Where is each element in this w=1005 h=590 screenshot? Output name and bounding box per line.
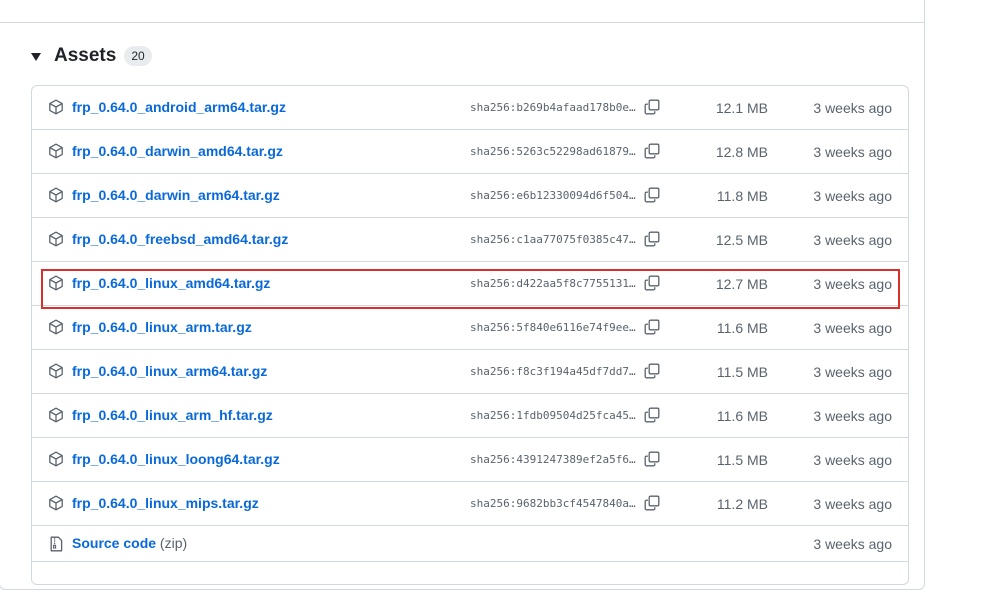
asset-row: frp_0.64.0_linux_amd64.tar.gz sha256:d42… <box>32 262 908 306</box>
asset-link[interactable]: frp_0.64.0_linux_arm_hf.tar.gz <box>72 407 273 423</box>
asset-link[interactable]: frp_0.64.0_android_arm64.tar.gz <box>72 99 286 115</box>
triangle-down-icon[interactable] <box>31 53 41 61</box>
asset-size: 12.5 MB <box>715 232 768 248</box>
asset-sha: sha256:f8c3f194a45df7dd7… <box>470 365 636 378</box>
asset-date: 3 weeks ago <box>813 188 892 204</box>
package-icon <box>49 363 63 379</box>
asset-size: 11.2 MB <box>716 496 768 512</box>
asset-row: frp_0.64.0_linux_arm.tar.gz sha256:5f840… <box>32 306 908 350</box>
source-row: Source code (zip) 3 weeks ago <box>32 526 908 562</box>
assets-title: Assets <box>54 45 117 66</box>
asset-sha: sha256:c1aa77075f0385c47… <box>470 233 636 246</box>
asset-sha: sha256:5263c52298ad61879… <box>470 145 636 158</box>
asset-date: 3 weeks ago <box>813 496 892 512</box>
copy-icon[interactable] <box>644 275 660 291</box>
asset-sha: sha256:e6b12330094d6f504… <box>470 189 636 202</box>
copy-icon[interactable] <box>644 231 660 247</box>
package-icon <box>49 99 63 115</box>
asset-size: 11.6 MB <box>716 320 768 336</box>
asset-row: frp_0.64.0_android_arm64.tar.gz sha256:b… <box>32 86 908 130</box>
package-icon <box>49 187 63 203</box>
source-code-label: Source code <box>72 535 157 551</box>
asset-date: 3 weeks ago <box>813 408 892 424</box>
asset-sha: sha256:d422aa5f8c7755131… <box>470 277 636 290</box>
copy-icon[interactable] <box>644 407 660 423</box>
asset-link[interactable]: frp_0.64.0_linux_arm64.tar.gz <box>72 363 267 379</box>
copy-icon[interactable] <box>644 143 660 159</box>
asset-date: 3 weeks ago <box>813 320 892 336</box>
asset-row: frp_0.64.0_linux_loong64.tar.gz sha256:4… <box>32 438 908 482</box>
asset-date: 3 weeks ago <box>813 232 892 248</box>
asset-row: frp_0.64.0_freebsd_amd64.tar.gz sha256:c… <box>32 218 908 262</box>
asset-size: 11.8 MB <box>716 188 768 204</box>
asset-date: 3 weeks ago <box>813 144 892 160</box>
asset-row: frp_0.64.0_darwin_amd64.tar.gz sha256:52… <box>32 130 908 174</box>
asset-size: 11.5 MB <box>716 452 768 468</box>
asset-size: 11.6 MB <box>716 408 768 424</box>
package-icon <box>49 319 63 335</box>
asset-link[interactable]: frp_0.64.0_darwin_arm64.tar.gz <box>72 187 280 203</box>
asset-date: 3 weeks ago <box>813 364 892 380</box>
file-zip-icon <box>50 536 63 552</box>
assets-toggle[interactable]: Assets 20 <box>31 42 152 70</box>
asset-date: 3 weeks ago <box>813 276 892 292</box>
asset-sha: sha256:b269b4afaad178b0e… <box>470 101 636 114</box>
asset-size: 12.7 MB <box>715 276 768 292</box>
asset-link[interactable]: frp_0.64.0_freebsd_amd64.tar.gz <box>72 231 288 247</box>
asset-date: 3 weeks ago <box>813 100 892 116</box>
package-icon <box>49 407 63 423</box>
package-icon <box>49 451 63 467</box>
copy-icon[interactable] <box>644 319 660 335</box>
asset-size: 11.5 MB <box>716 364 768 380</box>
asset-sha: sha256:4391247389ef2a5f6… <box>470 453 636 466</box>
asset-size: 12.1 MB <box>715 100 768 116</box>
source-code-suffix: (zip) <box>159 535 188 551</box>
copy-icon[interactable] <box>644 451 660 467</box>
asset-link[interactable]: frp_0.64.0_linux_arm.tar.gz <box>72 319 252 335</box>
asset-sha: sha256:9682bb3cf4547840a… <box>470 497 636 510</box>
source-code-link[interactable]: Source code (zip) <box>72 535 187 551</box>
package-icon <box>49 231 63 247</box>
copy-icon[interactable] <box>644 99 660 115</box>
asset-sha: sha256:1fdb09504d25fca45… <box>470 409 636 422</box>
package-icon <box>49 275 63 291</box>
assets-count-badge: 20 <box>124 46 152 66</box>
asset-row: frp_0.64.0_darwin_arm64.tar.gz sha256:e6… <box>32 174 908 218</box>
divider <box>0 22 924 23</box>
asset-link[interactable]: frp_0.64.0_linux_amd64.tar.gz <box>72 275 270 291</box>
asset-link[interactable]: frp_0.64.0_darwin_amd64.tar.gz <box>72 143 283 159</box>
package-icon <box>49 495 63 511</box>
asset-row: frp_0.64.0_linux_mips.tar.gz sha256:9682… <box>32 482 908 526</box>
assets-list: frp_0.64.0_android_arm64.tar.gz sha256:b… <box>31 85 909 585</box>
package-icon <box>49 143 63 159</box>
asset-link[interactable]: frp_0.64.0_linux_mips.tar.gz <box>72 495 259 511</box>
asset-date: 3 weeks ago <box>813 452 892 468</box>
copy-icon[interactable] <box>644 363 660 379</box>
asset-size: 12.8 MB <box>715 144 768 160</box>
source-date: 3 weeks ago <box>813 536 892 552</box>
copy-icon[interactable] <box>644 187 660 203</box>
copy-icon[interactable] <box>644 495 660 511</box>
asset-sha: sha256:5f840e6116e74f9ee… <box>470 321 636 334</box>
asset-link[interactable]: frp_0.64.0_linux_loong64.tar.gz <box>72 451 280 467</box>
asset-row: frp_0.64.0_linux_arm64.tar.gz sha256:f8c… <box>32 350 908 394</box>
asset-row: frp_0.64.0_linux_arm_hf.tar.gz sha256:1f… <box>32 394 908 438</box>
